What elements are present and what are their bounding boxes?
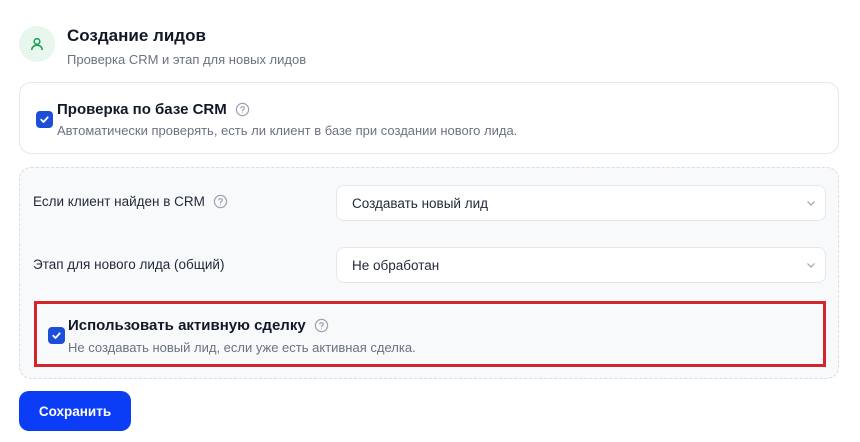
client-found-select[interactable]: Создавать новый лид	[336, 185, 826, 221]
active-deal-checkbox[interactable]	[48, 327, 65, 344]
chevron-down-icon	[807, 263, 815, 268]
crm-check-checkbox[interactable]	[36, 111, 53, 128]
help-icon[interactable]	[213, 194, 228, 209]
check-icon	[40, 116, 49, 123]
client-found-label: Если клиент найден в CRM	[33, 194, 228, 209]
active-deal-description: Не создавать новый лид, если уже есть ак…	[68, 340, 416, 355]
active-deal-option: Использовать активную сделку Не создават…	[34, 301, 826, 367]
new-lead-stage-label: Этап для нового лида (общий)	[33, 257, 225, 272]
user-icon	[19, 26, 55, 62]
help-icon[interactable]	[314, 318, 329, 333]
section-title: Создание лидов	[67, 26, 206, 45]
client-found-value: Создавать новый лид	[352, 196, 489, 211]
new-lead-stage-value: Не обработан	[352, 258, 440, 273]
help-icon[interactable]	[235, 102, 250, 117]
chevron-down-icon	[807, 201, 815, 206]
section-header: Создание лидов Проверка CRM и этап для н…	[19, 24, 839, 70]
check-icon	[52, 332, 61, 339]
crm-check-card: Проверка по базе CRM Автоматически прове…	[19, 82, 839, 154]
active-deal-title: Использовать активную сделку	[68, 317, 329, 334]
section-subtitle: Проверка CRM и этап для новых лидов	[67, 52, 307, 67]
crm-check-title: Проверка по базе CRM	[57, 101, 250, 118]
save-button[interactable]: Сохранить	[19, 391, 131, 431]
crm-settings-panel: Если клиент найден в CRM Создавать новый…	[19, 167, 839, 379]
crm-check-description: Автоматически проверять, есть ли клиент …	[57, 123, 518, 138]
new-lead-stage-select[interactable]: Не обработан	[336, 247, 826, 283]
